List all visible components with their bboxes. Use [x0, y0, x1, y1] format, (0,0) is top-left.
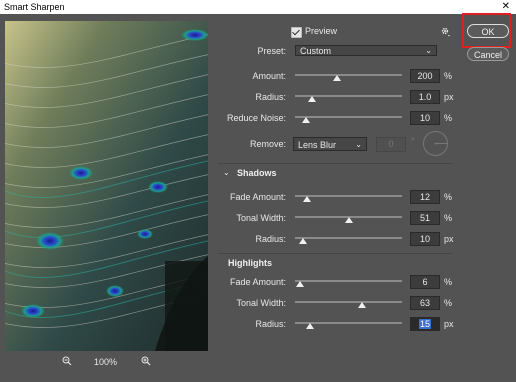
shadows-tonal-width-label: Tonal Width: — [236, 213, 286, 223]
shadows-tonal-width-field[interactable]: 51 — [410, 211, 440, 225]
reduce-noise-slider-track[interactable] — [295, 116, 402, 118]
zoom-in-icon[interactable] — [141, 356, 151, 366]
highlights-tonal-width-track[interactable] — [295, 301, 402, 303]
degree-symbol: ° — [411, 136, 415, 146]
highlights-radius-label: Radius: — [255, 319, 286, 329]
shadows-fade-amount-unit: % — [444, 192, 453, 202]
highlights-radius-unit: px — [444, 319, 454, 329]
preset-label: Preset: — [257, 46, 286, 56]
gear-icon[interactable] — [440, 26, 451, 39]
preset-value: Custom — [300, 46, 332, 56]
preview-image[interactable] — [5, 21, 208, 351]
cancel-button[interactable]: Cancel — [467, 47, 509, 61]
highlights-tonal-width-unit: % — [444, 298, 453, 308]
highlights-tonal-width-label: Tonal Width: — [236, 298, 286, 308]
radius-field[interactable]: 1.0 — [410, 90, 440, 104]
chevron-down-icon: ⌄ — [425, 46, 432, 55]
zoom-level: 100% — [94, 357, 118, 367]
shadows-radius-label: Radius: — [255, 234, 286, 244]
highlights-fade-amount-label: Fade Amount: — [229, 277, 286, 287]
highlights-tonal-width-field[interactable]: 63 — [410, 296, 440, 310]
shadows-fade-amount-thumb[interactable] — [303, 196, 311, 202]
chevron-down-icon: ⌄ — [355, 140, 362, 149]
shadows-fade-amount-label: Fade Amount: — [229, 192, 286, 202]
shadows-tonal-width-unit: % — [444, 213, 453, 223]
shadows-fade-amount-track[interactable] — [295, 195, 402, 197]
section-divider — [218, 253, 452, 254]
shadows-title: Shadows — [237, 168, 277, 178]
reduce-noise-unit: % — [444, 113, 453, 123]
shadows-radius-track[interactable] — [295, 237, 402, 239]
shadows-radius-field[interactable]: 10 — [410, 232, 440, 246]
preview-checkbox[interactable] — [291, 27, 302, 38]
shadows-radius-unit: px — [444, 234, 454, 244]
highlights-fade-amount-unit: % — [444, 277, 453, 287]
peacock-feather-image — [5, 21, 208, 351]
title-bar: Smart Sharpen ✕ — [0, 0, 516, 14]
amount-label: Amount: — [252, 71, 286, 81]
amount-unit: % — [444, 71, 453, 81]
ok-button[interactable]: OK — [467, 24, 509, 38]
angle-dial-icon — [422, 130, 449, 159]
radius-label: Radius: — [255, 92, 286, 102]
remove-label: Remove: — [249, 139, 286, 149]
reduce-noise-slider-thumb[interactable] — [302, 117, 310, 123]
window-title: Smart Sharpen — [4, 2, 65, 12]
angle-field: 0 — [376, 137, 406, 152]
remove-dropdown[interactable]: Lens Blur ⌄ — [293, 137, 367, 151]
shadows-fade-amount-field[interactable]: 12 — [410, 190, 440, 204]
amount-field[interactable]: 200 — [410, 69, 440, 83]
highlights-radius-thumb[interactable] — [306, 323, 314, 329]
preset-dropdown[interactable]: Custom ⌄ — [295, 45, 437, 56]
close-icon[interactable]: ✕ — [502, 0, 510, 14]
zoom-out-icon[interactable] — [62, 356, 72, 366]
reduce-noise-label: Reduce Noise: — [226, 113, 286, 123]
preview-label: Preview — [305, 26, 338, 36]
highlights-radius-field[interactable]: 15 — [410, 317, 440, 331]
highlights-fade-amount-track[interactable] — [295, 280, 402, 282]
chevron-down-icon[interactable]: ⌄ — [223, 168, 230, 177]
shadows-radius-thumb[interactable] — [299, 238, 307, 244]
section-divider — [218, 163, 452, 164]
highlights-radius-value: 15 — [418, 319, 431, 329]
shadows-tonal-width-thumb[interactable] — [345, 217, 353, 223]
radius-slider-thumb[interactable] — [308, 96, 316, 102]
amount-slider-thumb[interactable] — [333, 75, 341, 81]
remove-value: Lens Blur — [298, 140, 337, 150]
amount-slider-track[interactable] — [295, 74, 402, 76]
radius-unit: px — [444, 92, 454, 102]
highlights-fade-amount-thumb[interactable] — [296, 281, 304, 287]
highlights-fade-amount-field[interactable]: 6 — [410, 275, 440, 289]
highlights-tonal-width-thumb[interactable] — [358, 302, 366, 308]
highlights-title: Highlights — [228, 258, 272, 268]
reduce-noise-field[interactable]: 10 — [410, 111, 440, 125]
